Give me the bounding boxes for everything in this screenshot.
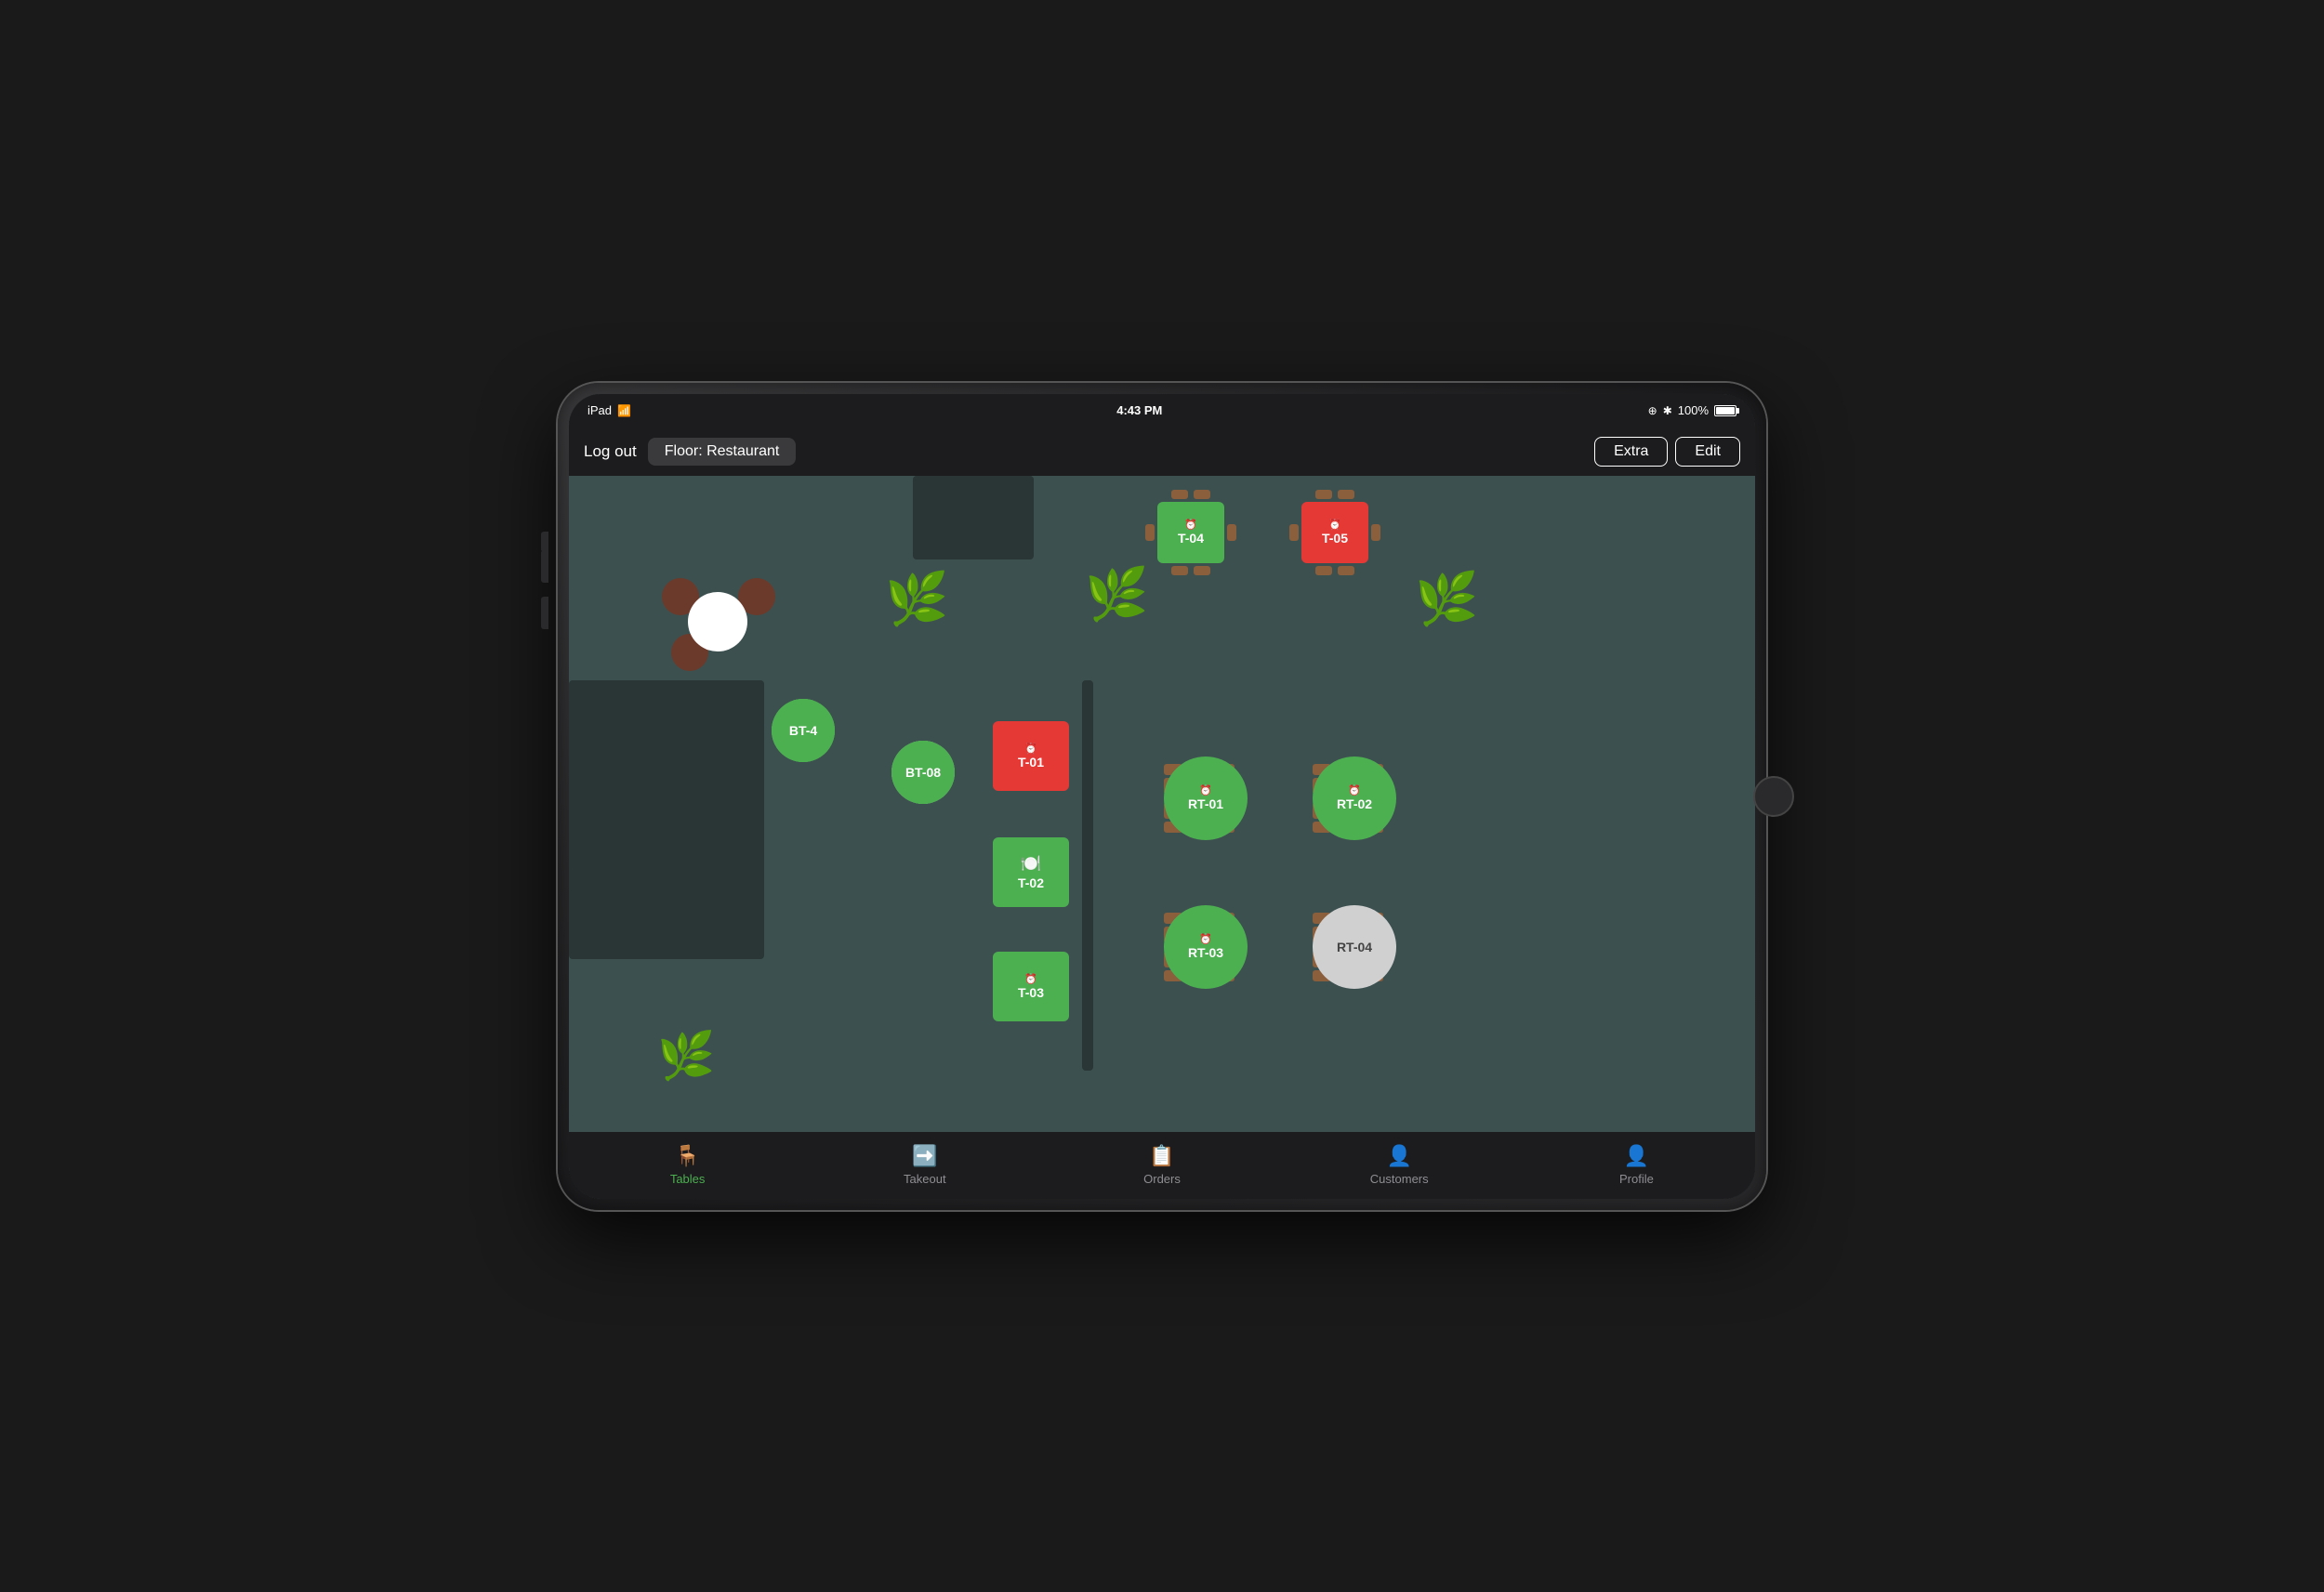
table-T05-wrapper[interactable]: ⏰ T-05 bbox=[1289, 490, 1380, 575]
table-T02-label: T-02 bbox=[1018, 875, 1044, 890]
table-RT04-wrapper[interactable]: RT-04 bbox=[1313, 913, 1383, 981]
table-RT02-wrapper[interactable]: ⏰ RT-02 bbox=[1313, 764, 1383, 833]
nav-tables-label: Tables bbox=[670, 1172, 706, 1186]
bluetooth-icon: ✱ bbox=[1663, 404, 1672, 417]
plant-2: 🌿 bbox=[1085, 564, 1148, 625]
nav-profile[interactable]: 👤 Profile bbox=[1518, 1132, 1755, 1199]
home-button[interactable] bbox=[1753, 776, 1794, 817]
takeout-icon: ➡️ bbox=[912, 1144, 937, 1168]
wall-decor-3 bbox=[1082, 680, 1093, 1071]
nav-tables[interactable]: 🪑 Tables bbox=[569, 1132, 806, 1199]
table-RT03-wrapper[interactable]: ⏰ RT-03 bbox=[1164, 913, 1235, 981]
customers-icon: 👤 bbox=[1387, 1144, 1412, 1168]
volume-up-button[interactable] bbox=[541, 550, 548, 583]
table-RT01-label: RT-01 bbox=[1188, 796, 1223, 811]
table-RT01-wrapper[interactable]: ⏰ RT-01 bbox=[1164, 764, 1235, 833]
table-T02[interactable]: 🍽️ T-02 bbox=[993, 837, 1069, 907]
top-right-buttons: Extra Edit bbox=[1594, 437, 1740, 467]
chair bbox=[1315, 490, 1332, 499]
table-T05[interactable]: ⏰ T-05 bbox=[1301, 502, 1368, 563]
wifi-icon: 📶 bbox=[617, 404, 631, 417]
power-button[interactable] bbox=[541, 532, 548, 552]
profile-icon: 👤 bbox=[1624, 1144, 1649, 1168]
status-left: iPad 📶 bbox=[588, 403, 631, 417]
app-screen: iPad 📶 4:43 PM ⊕ ✱ 100% Log out Floor: R… bbox=[569, 394, 1755, 1199]
chair bbox=[1171, 490, 1188, 499]
table-T03-label: T-03 bbox=[1018, 985, 1044, 1000]
edit-button[interactable]: Edit bbox=[1675, 437, 1740, 467]
nav-takeout-label: Takeout bbox=[904, 1172, 946, 1186]
table-T01-label: T-01 bbox=[1018, 755, 1044, 770]
orders-icon: 📋 bbox=[1149, 1144, 1174, 1168]
table-T01-wrapper[interactable]: ⏰ T-01 bbox=[993, 736, 1052, 777]
table-RT03-label: RT-03 bbox=[1188, 945, 1223, 960]
nav-takeout[interactable]: ➡️ Takeout bbox=[806, 1132, 1043, 1199]
table-T04[interactable]: ⏰ T-04 bbox=[1157, 502, 1224, 563]
table-T01[interactable]: ⏰ T-01 bbox=[993, 721, 1069, 791]
status-bar: iPad 📶 4:43 PM ⊕ ✱ 100% bbox=[569, 394, 1755, 428]
tables-icon: 🪑 bbox=[675, 1144, 700, 1168]
chair bbox=[1194, 490, 1210, 499]
plant-1: 🌿 bbox=[885, 569, 948, 629]
table-T04-label: T-04 bbox=[1178, 531, 1204, 546]
table-RT02-label: RT-02 bbox=[1337, 796, 1372, 811]
table-T02-wrapper[interactable]: 🍽️ T-02 bbox=[993, 852, 1052, 893]
chair bbox=[1145, 524, 1155, 541]
nav-orders-label: Orders bbox=[1143, 1172, 1181, 1186]
table-RT03[interactable]: ⏰ RT-03 bbox=[1164, 905, 1248, 989]
table-RT04-label: RT-04 bbox=[1337, 940, 1372, 954]
table-RT04[interactable]: RT-04 bbox=[1313, 905, 1396, 989]
table-T05-label: T-05 bbox=[1322, 531, 1348, 546]
top-bar: Log out Floor: Restaurant Extra Edit bbox=[569, 428, 1755, 476]
chair bbox=[1289, 524, 1299, 541]
chair bbox=[1371, 524, 1380, 541]
wall-decor-2 bbox=[569, 680, 764, 959]
table-T04-wrapper[interactable]: ⏰ T-04 bbox=[1145, 490, 1236, 575]
floor-label: Floor: Restaurant bbox=[648, 438, 797, 466]
chair bbox=[1194, 566, 1210, 575]
status-right: ⊕ ✱ 100% bbox=[1648, 403, 1736, 417]
bottom-navigation: 🪑 Tables ➡️ Takeout 📋 Orders 👤 Customers… bbox=[569, 1132, 1755, 1199]
wall-decor-1 bbox=[913, 476, 1034, 559]
lounge-table bbox=[688, 592, 747, 651]
nav-orders[interactable]: 📋 Orders bbox=[1043, 1132, 1280, 1199]
volume-down-button[interactable] bbox=[541, 597, 548, 629]
nav-customers[interactable]: 👤 Customers bbox=[1281, 1132, 1518, 1199]
table-T03-wrapper[interactable]: ⏰ T-03 bbox=[993, 967, 1052, 1007]
nav-profile-label: Profile bbox=[1619, 1172, 1654, 1186]
chair bbox=[1227, 524, 1236, 541]
nav-customers-label: Customers bbox=[1370, 1172, 1429, 1186]
plant-4: 🌿 bbox=[657, 1029, 715, 1084]
table-BT4[interactable]: BT-4 bbox=[772, 699, 835, 762]
chair bbox=[1315, 566, 1332, 575]
device-model: iPad bbox=[588, 403, 612, 417]
extra-button[interactable]: Extra bbox=[1594, 437, 1668, 467]
chair bbox=[1171, 566, 1188, 575]
floor-plan: 🌿 🌿 🌿 🌿 bbox=[569, 476, 1755, 1132]
ipad-screen: iPad 📶 4:43 PM ⊕ ✱ 100% Log out Floor: R… bbox=[569, 394, 1755, 1199]
table-RT01[interactable]: ⏰ RT-01 bbox=[1164, 757, 1248, 840]
table-RT02[interactable]: ⏰ RT-02 bbox=[1313, 757, 1396, 840]
clock: 4:43 PM bbox=[1116, 403, 1162, 417]
location-icon: ⊕ bbox=[1648, 404, 1657, 417]
chair bbox=[1338, 490, 1354, 499]
battery-fill bbox=[1716, 407, 1735, 414]
battery-indicator bbox=[1714, 405, 1736, 416]
table-BT08[interactable]: BT-08 bbox=[891, 741, 955, 804]
logout-button[interactable]: Log out bbox=[584, 442, 637, 461]
table-T03[interactable]: ⏰ T-03 bbox=[993, 952, 1069, 1021]
ipad-device: iPad 📶 4:43 PM ⊕ ✱ 100% Log out Floor: R… bbox=[558, 383, 1766, 1210]
battery-label: 100% bbox=[1678, 403, 1709, 417]
plant-3: 🌿 bbox=[1415, 569, 1478, 629]
chair bbox=[1338, 566, 1354, 575]
